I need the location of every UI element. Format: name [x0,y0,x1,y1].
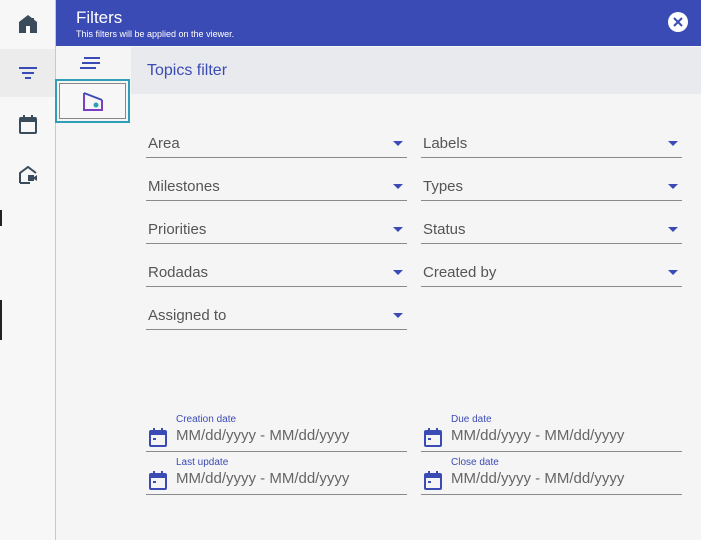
tab-topics-inner [59,83,126,119]
dropdown-arrow-icon [393,313,403,318]
dropdown-arrow-icon [393,184,403,189]
tab-general-filter[interactable] [80,56,104,74]
dropdown-label: Area [148,135,180,152]
creation-date-input[interactable] [176,427,401,444]
dropdown-arrow-icon [668,227,678,232]
dropdown-label: Milestones [148,178,220,195]
rail-edge-marker [0,300,2,340]
rail-camera-home-button[interactable] [0,151,55,199]
header-title: Filters [76,8,123,27]
dropdown-label: Labels [423,135,468,152]
topics-icon [82,92,103,111]
rail-home-button[interactable] [0,0,55,48]
calendar-icon[interactable] [423,471,443,491]
area-dropdown[interactable]: Area [146,128,407,158]
section-title: Topics filter [147,62,228,79]
close-date-input[interactable] [451,470,676,487]
dropdown-arrow-icon [668,184,678,189]
last-update-field: Last update [146,457,407,495]
home-icon [18,15,37,33]
close-icon [673,17,683,27]
date-caption: Due date [451,414,492,425]
date-caption: Last update [176,457,229,468]
section-bar: Topics filter [131,47,701,94]
due-date-field: Due date [421,414,682,452]
filter-icon [18,67,37,79]
priorities-dropdown[interactable]: Priorities [146,214,407,244]
dropdown-label: Created by [423,264,497,281]
dropdown-arrow-icon [393,141,403,146]
dropdown-arrow-icon [393,227,403,232]
created-by-dropdown[interactable]: Created by [421,257,682,287]
calendar-icon[interactable] [423,428,443,448]
milestones-dropdown[interactable]: Milestones [146,171,407,201]
labels-dropdown[interactable]: Labels [421,128,682,158]
dropdown-arrow-icon [668,270,678,275]
calendar-icon[interactable] [148,471,168,491]
rail-edge-marker [0,210,2,226]
dropdown-label: Status [423,221,466,238]
rail-calendar-button[interactable] [0,101,55,149]
list-icon [80,57,100,69]
dropdown-label: Assigned to [148,307,227,324]
due-date-input[interactable] [451,427,676,444]
status-dropdown[interactable]: Status [421,214,682,244]
assigned-to-dropdown[interactable]: Assigned to [146,300,407,330]
filters-header: Filters This filters will be applied on … [56,0,701,46]
close-date-field: Close date [421,457,682,495]
camera-home-icon [18,165,37,184]
header-subtitle: This filters will be applied on the view… [76,29,235,39]
creation-date-field: Creation date [146,414,407,452]
tab-topics-filter[interactable] [55,79,130,123]
calendar-icon [18,115,37,134]
types-dropdown[interactable]: Types [421,171,682,201]
dropdown-label: Rodadas [148,264,209,281]
close-button[interactable] [668,12,688,32]
rodadas-dropdown[interactable]: Rodadas [146,257,407,287]
last-update-input[interactable] [176,470,401,487]
dropdown-label: Types [423,178,464,195]
side-rail [0,0,56,540]
dropdown-label: Priorities [148,221,207,238]
dropdown-arrow-icon [668,141,678,146]
calendar-icon[interactable] [148,428,168,448]
date-caption: Creation date [176,414,237,425]
date-caption: Close date [451,457,499,468]
rail-filter-button[interactable] [0,49,55,97]
dropdown-arrow-icon [393,270,403,275]
